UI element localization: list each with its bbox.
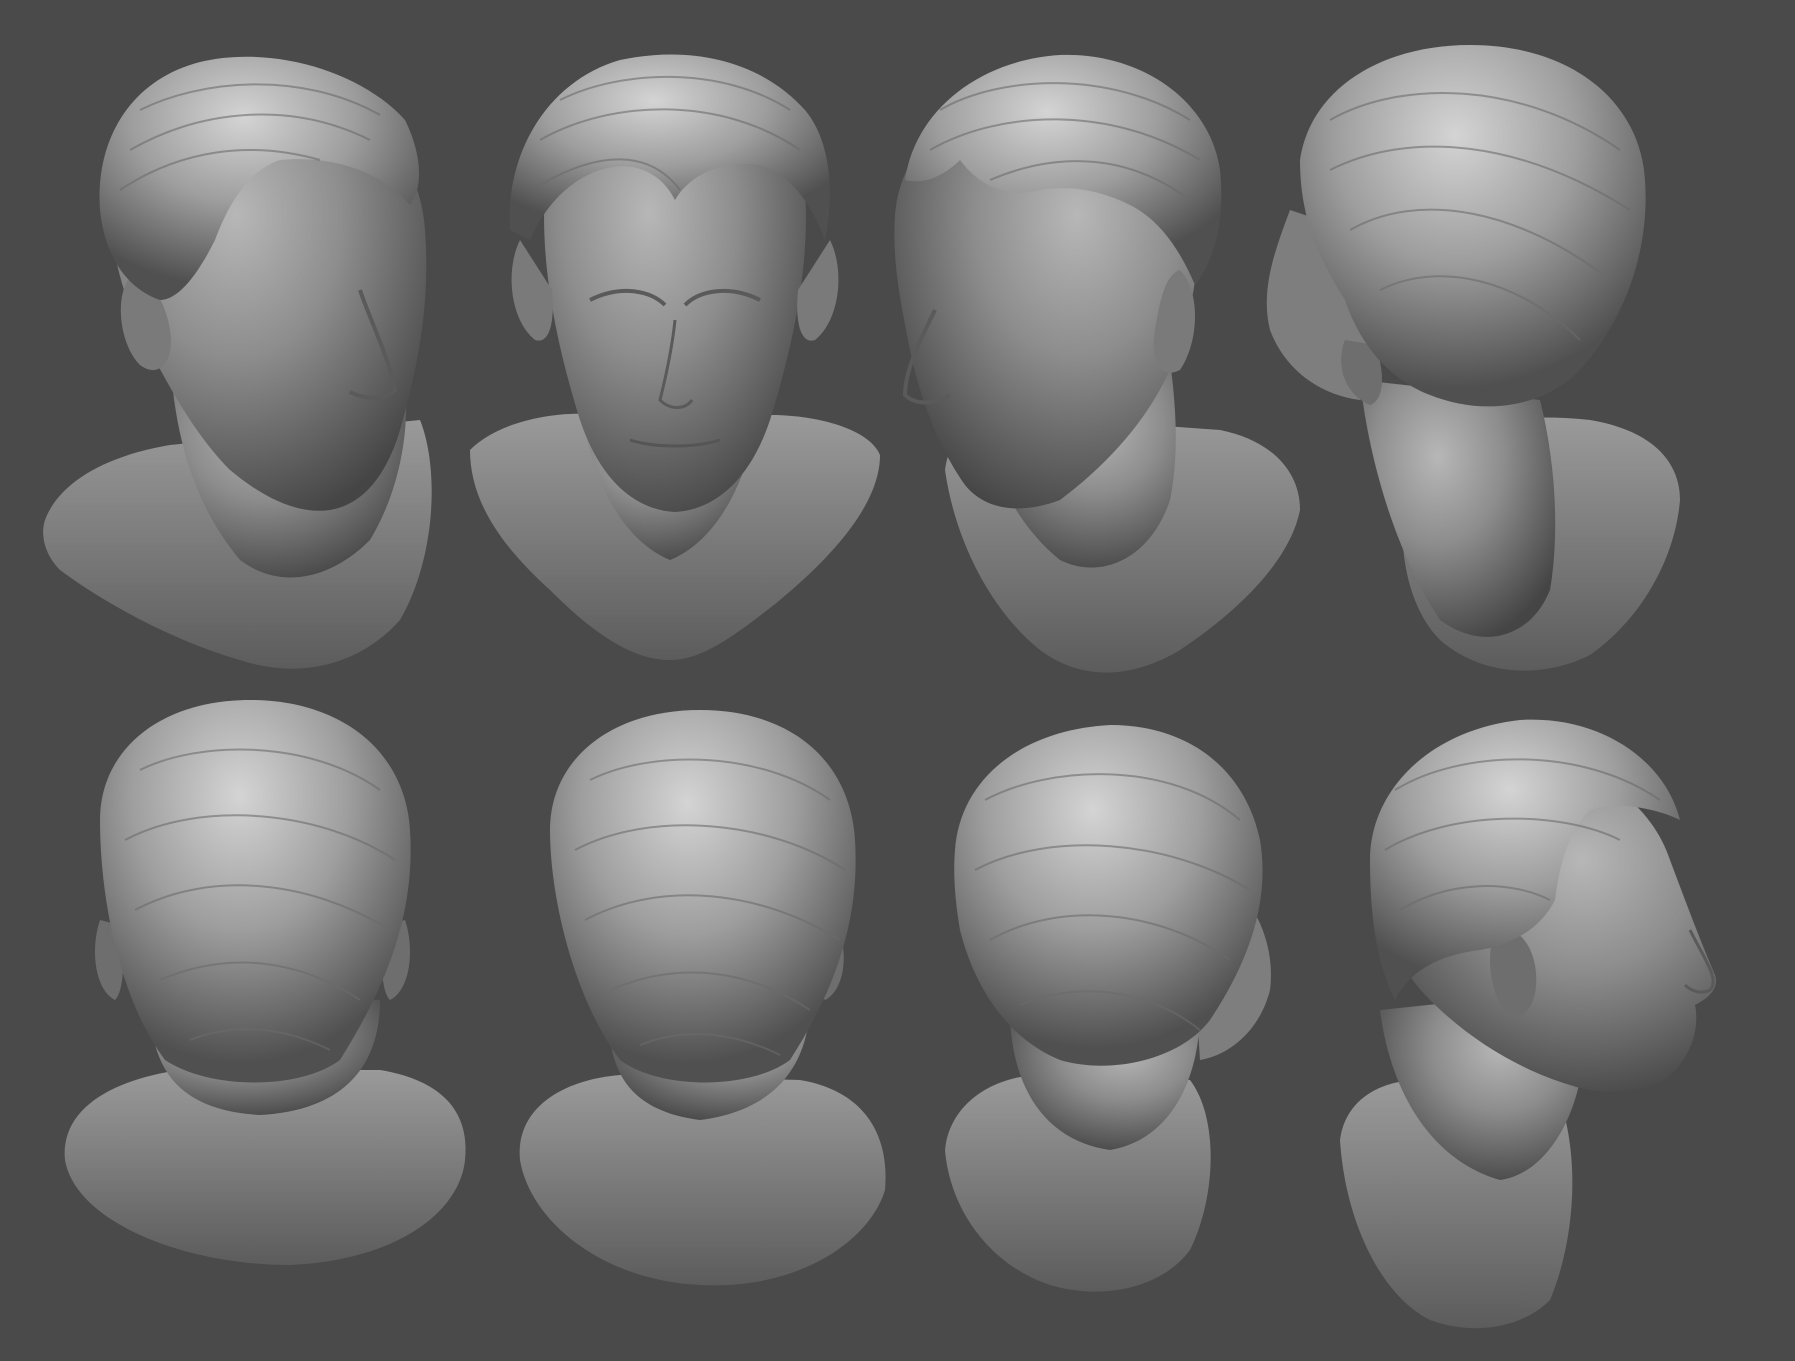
bust-view-front	[470, 54, 880, 660]
sculpt-turnaround-sheet	[43, 45, 1716, 1329]
bust-neck	[1360, 380, 1556, 637]
bust-view-back-slight-right	[519, 710, 886, 1286]
bust-view-profile-right	[1340, 719, 1716, 1329]
sculpt-render-viewport	[0, 0, 1795, 1361]
bust-view-back-three-quarter-right	[945, 725, 1271, 1292]
bust-view-front-three-quarter-right	[894, 54, 1300, 673]
bust-view-back	[64, 700, 466, 1265]
bust-view-front-three-quarter-left	[43, 56, 432, 669]
bust-view-back-three-quarter-left	[1266, 45, 1680, 671]
